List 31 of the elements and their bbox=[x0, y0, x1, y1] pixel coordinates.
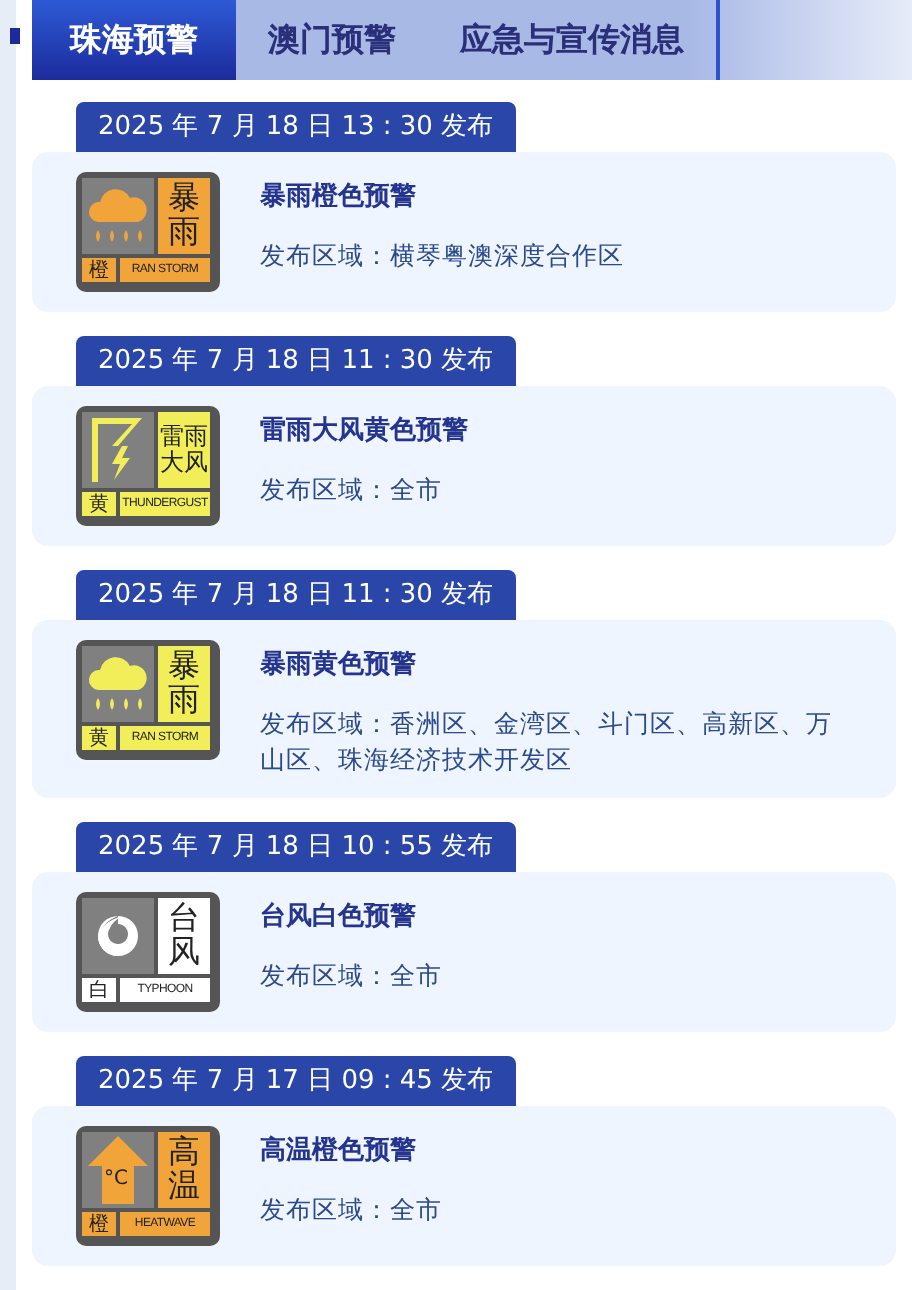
marker-square bbox=[10, 28, 20, 44]
warning-area: 发布区域：全市 bbox=[260, 472, 468, 508]
publish-time-label: 2025 年 7 月 18 日 13 : 30 发布 bbox=[76, 102, 516, 152]
publish-time-label: 2025 年 7 月 18 日 11 : 30 发布 bbox=[76, 570, 516, 620]
signal-level: 橙 bbox=[82, 258, 116, 282]
signal-name: 高温 bbox=[158, 1132, 210, 1208]
warning-title: 台风白色预警 bbox=[260, 900, 418, 934]
signal-name: 台风 bbox=[158, 898, 210, 974]
signal-level: 白 bbox=[82, 978, 116, 1002]
publish-time-label: 2025 年 7 月 18 日 10 : 55 发布 bbox=[76, 822, 516, 872]
signal-name: 暴雨 bbox=[158, 178, 210, 254]
celsius-symbol: °C bbox=[104, 1168, 128, 1190]
warning-title: 暴雨黄色预警 bbox=[260, 648, 418, 682]
tab[interactable]: 珠海预警 bbox=[32, 0, 236, 80]
warning-area: 发布区域：全市 bbox=[260, 958, 442, 994]
signal-level: 黄 bbox=[82, 492, 116, 516]
tab[interactable]: 应急与宣传消息 bbox=[428, 0, 716, 80]
signal-level: 黄 bbox=[82, 726, 116, 750]
warning-title: 雷雨大风黄色预警 bbox=[260, 414, 468, 448]
up-arrow-icon bbox=[86, 1134, 150, 1206]
warning-title: 高温橙色预警 bbox=[260, 1133, 418, 1168]
signal-name: 暴雨 bbox=[158, 646, 210, 722]
publish-time-label: 2025 年 7 月 17 日 09 : 45 发布 bbox=[76, 1056, 516, 1106]
publish-time-label: 2025 年 7 月 18 日 11 : 30 发布 bbox=[76, 336, 516, 386]
warning-area: 发布区域：香洲区、金湾区、斗门区、高新区、万山区、珠海经济技术开发区 bbox=[260, 706, 844, 778]
signal-level: 橙 bbox=[82, 1212, 116, 1236]
warning-area: 发布区域：全市 bbox=[260, 1192, 442, 1228]
warning-title: 暴雨橙色预警 bbox=[260, 180, 418, 214]
warning-area: 发布区域：横琴粤澳深度合作区 bbox=[260, 238, 624, 274]
tab[interactable]: 澳门预警 bbox=[236, 0, 428, 80]
signal-name: 雷雨大风 bbox=[158, 412, 210, 488]
